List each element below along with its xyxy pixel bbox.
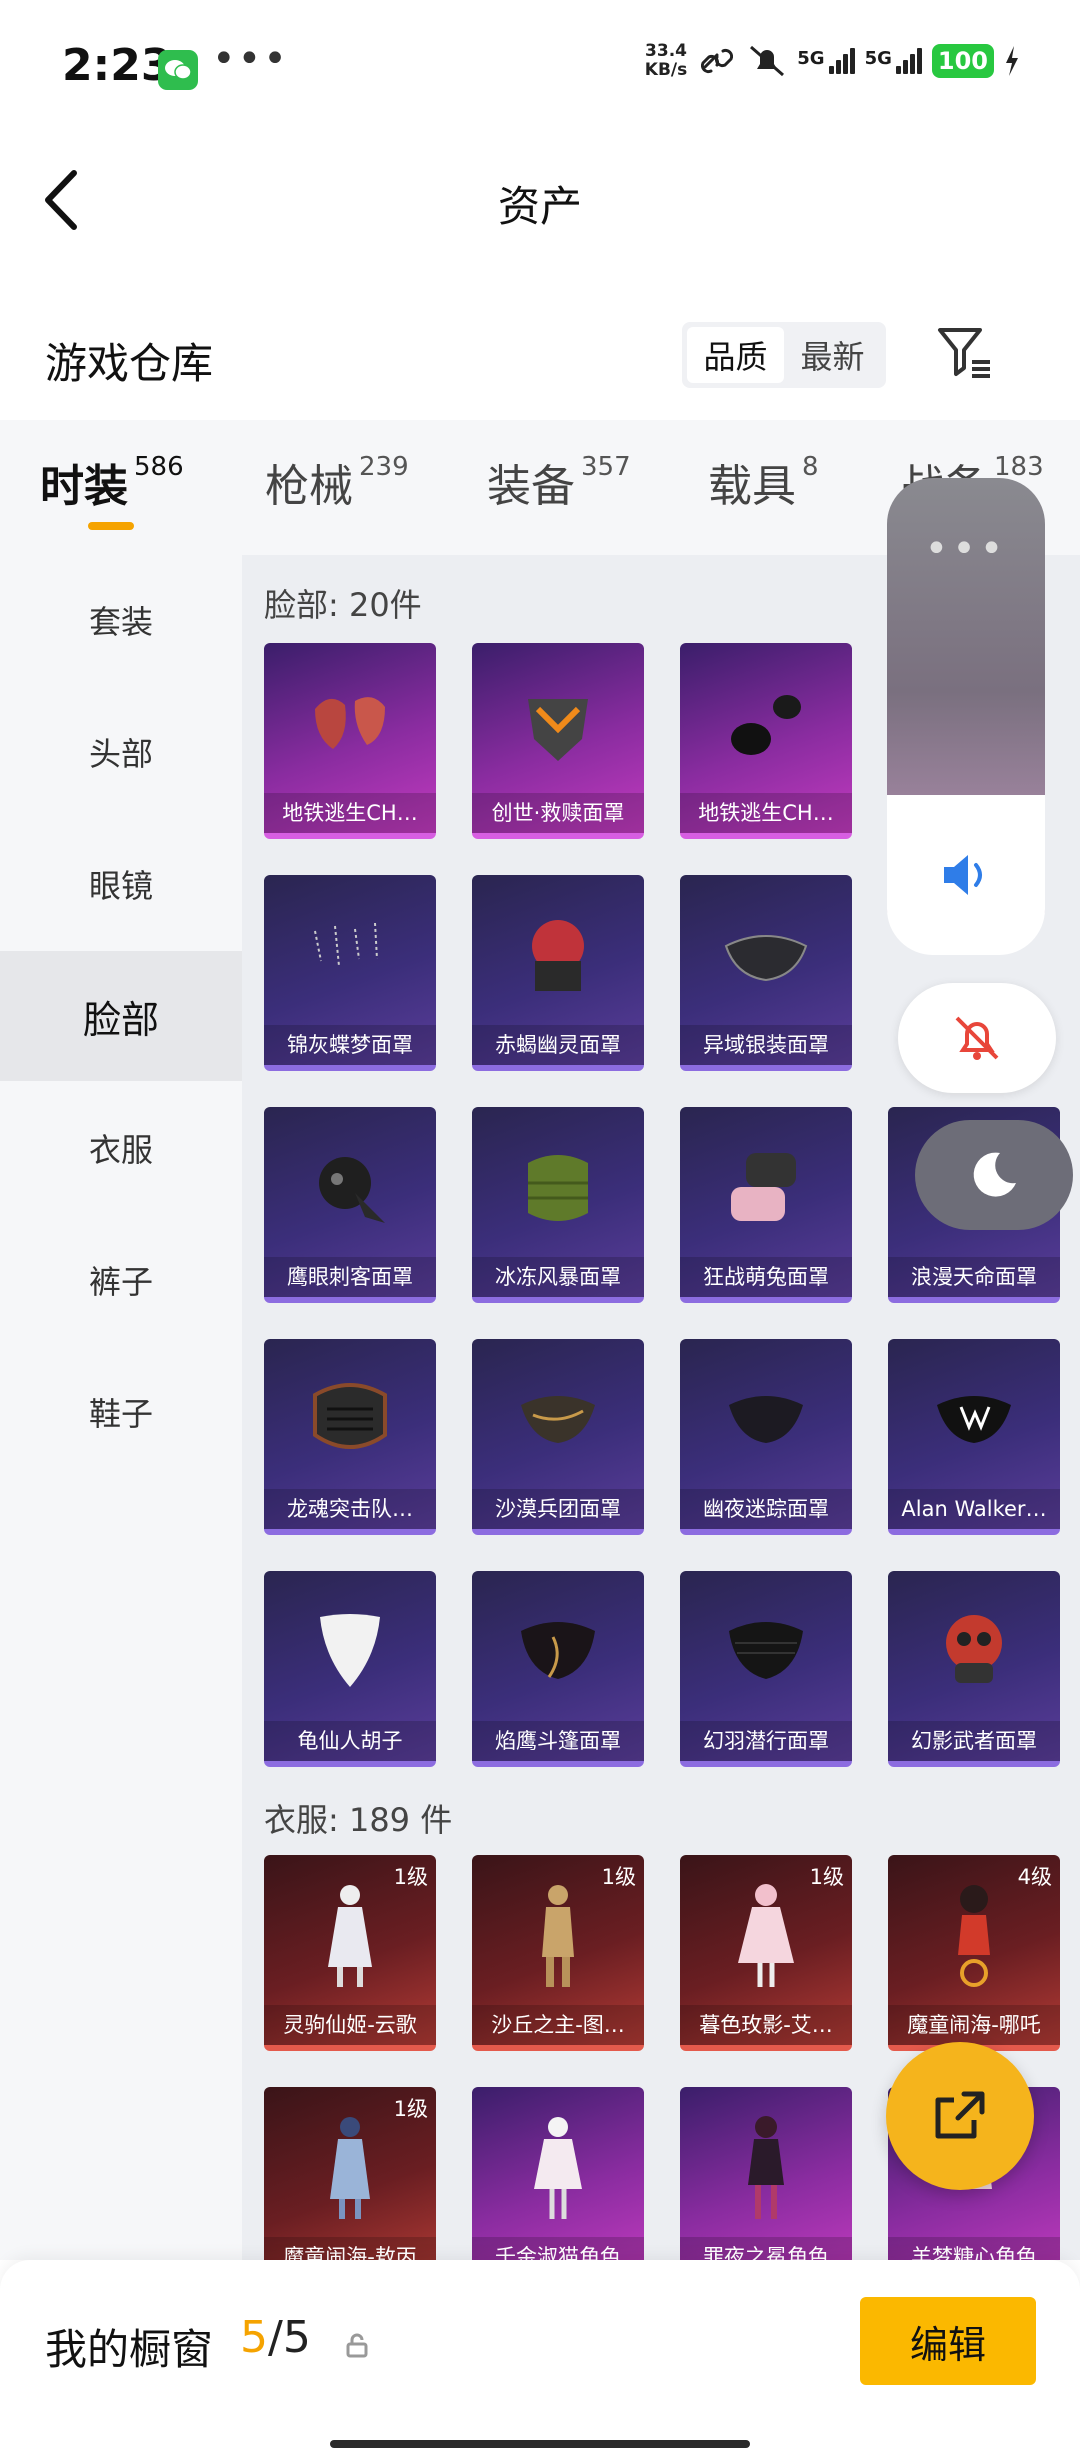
filter-icon — [938, 328, 990, 378]
sort-latest-button[interactable]: 最新 — [784, 327, 881, 383]
item-card[interactable]: 鹰眼刺客面罩 — [264, 1107, 436, 1303]
item-card[interactable]: 锦灰蝶梦面罩 — [264, 875, 436, 1071]
mask-image — [512, 669, 604, 779]
section-title-clothes: 衣服: 189 件 — [264, 1801, 453, 1839]
mask-image — [512, 1133, 604, 1243]
outfit-image — [928, 1881, 1020, 1991]
mask-image — [928, 1597, 1020, 1707]
showcase-title: 我的橱窗 — [45, 2325, 214, 2374]
item-card[interactable]: 异域银装面罩 — [680, 875, 852, 1071]
tab-equipment[interactable]: 装备 357 — [487, 450, 631, 514]
item-card[interactable]: 创世·救赎面罩 — [472, 643, 644, 839]
item-card[interactable]: 幻影武者面罩 — [888, 1571, 1060, 1767]
page-title: 资产 — [497, 182, 582, 231]
page-header: 资产 — [0, 135, 1080, 265]
item-card[interactable]: Alan Walker… — [888, 1339, 1060, 1535]
mask-image — [512, 901, 604, 1011]
side-item-clothes[interactable]: 衣服 — [0, 1083, 242, 1213]
sort-toggle: 品质 最新 — [682, 322, 886, 388]
mask-image — [720, 1597, 812, 1707]
outfit-image — [720, 2113, 812, 2223]
volume-button[interactable] — [887, 795, 1045, 955]
mask-image — [304, 1365, 396, 1475]
showcase-count: 5/5 — [240, 2312, 311, 2363]
item-card[interactable]: 冰冻风暴面罩 — [472, 1107, 644, 1303]
side-item-pants[interactable]: 裤子 — [0, 1215, 242, 1345]
item-card[interactable]: 罪夜之冕角色 — [680, 2087, 852, 2260]
signal-1-icon: 5G — [797, 48, 855, 74]
moon-icon — [973, 1152, 1016, 1197]
mask-image — [720, 669, 812, 779]
item-card[interactable]: 1级 沙丘之主-图… — [472, 1855, 644, 2051]
net-speed: 33.4 KB/s — [644, 41, 688, 80]
item-card[interactable]: 1级 魔童闹海-敖丙 — [264, 2087, 436, 2260]
warehouse-header: 游戏仓库 品质 最新 — [0, 300, 1080, 410]
mask-image — [720, 901, 812, 1011]
signal-2-icon: 5G — [865, 48, 922, 74]
tab-fashion[interactable]: 时装 586 — [40, 450, 184, 514]
tab-vehicles[interactable]: 载具 8 — [708, 450, 819, 514]
item-card[interactable]: 龟仙人胡子 — [264, 1571, 436, 1767]
status-time: 2:23 — [62, 40, 172, 91]
mask-image — [512, 1597, 604, 1707]
mask-image — [304, 1133, 396, 1243]
charging-icon — [1006, 46, 1018, 76]
mask-image — [928, 1365, 1020, 1475]
link-icon — [701, 48, 734, 74]
do-not-disturb-toggle[interactable] — [915, 1120, 1073, 1230]
section-title-face: 脸部: 20件 — [264, 586, 422, 624]
mask-image — [304, 901, 396, 1011]
item-card[interactable]: 千金淑猫角色 — [472, 2087, 644, 2260]
item-card[interactable]: 狂战萌兔面罩 — [680, 1107, 852, 1303]
item-card[interactable]: 1级 灵驹仙姬-云歌 — [264, 1855, 436, 2051]
active-tab-indicator — [88, 522, 134, 530]
bottom-bar: 我的橱窗 5/5 编辑 — [0, 2260, 1080, 2460]
item-card[interactable]: 地铁逃生CH… — [264, 643, 436, 839]
lock-icon — [342, 2330, 372, 2360]
item-card[interactable]: 地铁逃生CH… — [680, 643, 852, 839]
side-item-shoes[interactable]: 鞋子 — [0, 1347, 242, 1477]
tab-guns[interactable]: 枪械 239 — [265, 450, 409, 514]
item-card[interactable]: 幻羽潜行面罩 — [680, 1571, 852, 1767]
warehouse-title: 游戏仓库 — [45, 339, 214, 388]
mask-image — [304, 669, 396, 779]
mask-image — [720, 1365, 812, 1475]
mask-image — [720, 1133, 812, 1243]
mask-image — [512, 1365, 604, 1475]
share-icon — [935, 2091, 985, 2139]
edit-button[interactable]: 编辑 — [860, 2297, 1036, 2385]
outfit-image — [512, 2113, 604, 2223]
item-card[interactable]: 沙漠兵团面罩 — [472, 1339, 644, 1535]
more-notifications-icon: ••• — [212, 36, 289, 82]
side-menu: 套装 头部 眼镜 脸部 衣服 裤子 鞋子 — [0, 555, 242, 2260]
share-button[interactable] — [886, 2042, 1034, 2190]
mask-image — [304, 1597, 396, 1707]
outfit-image — [304, 2113, 396, 2223]
outfit-image — [304, 1881, 396, 1991]
filter-button[interactable] — [934, 322, 994, 382]
battery-indicator: 100 — [931, 44, 994, 78]
bell-off-icon — [955, 1016, 999, 1060]
item-card[interactable]: 龙魂突击队… — [264, 1339, 436, 1535]
item-card[interactable]: 1级 暮色玫影-艾… — [680, 1855, 852, 2051]
speaker-icon — [944, 855, 982, 895]
panel-more-icon[interactable]: ••• — [887, 526, 1045, 572]
mute-toggle[interactable] — [898, 983, 1056, 1093]
outfit-image — [512, 1881, 604, 1991]
item-card[interactable]: 4级 魔童闹海-哪吒 — [888, 1855, 1060, 2051]
item-card[interactable]: 幽夜迷踪面罩 — [680, 1339, 852, 1535]
mute-icon — [750, 45, 785, 77]
item-card[interactable]: 赤蝎幽灵面罩 — [472, 875, 644, 1071]
side-item-sets[interactable]: 套装 — [0, 555, 242, 685]
wechat-icon — [158, 50, 198, 90]
home-indicator[interactable] — [330, 2440, 750, 2448]
sort-quality-button[interactable]: 品质 — [687, 327, 784, 383]
status-bar: 2:23 ••• 33.4 KB/s 5G 5G 100 — [0, 0, 1080, 135]
item-card[interactable]: 焰鹰斗篷面罩 — [472, 1571, 644, 1767]
side-item-head[interactable]: 头部 — [0, 687, 242, 817]
outfit-image — [720, 1881, 812, 1991]
side-item-glasses[interactable]: 眼镜 — [0, 819, 242, 949]
side-item-face[interactable]: 脸部 — [0, 951, 242, 1081]
